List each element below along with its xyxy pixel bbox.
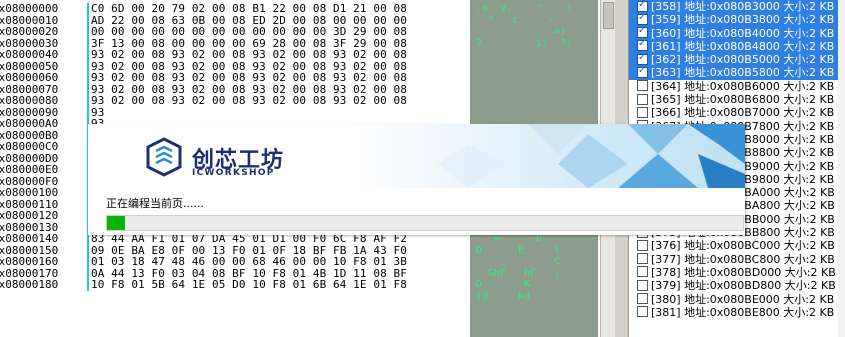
sector-checkbox[interactable] — [637, 239, 648, 251]
ascii-row — [470, 107, 598, 119]
hex-row[interactable]: 93 02 00 08 93 02 00 08 93 02 00 08 93 0… — [89, 72, 470, 84]
brand-subtitle: ICWORKSHOP — [192, 168, 275, 178]
sector-checkbox[interactable] — [637, 64, 648, 78]
sector-checkbox[interactable] — [637, 279, 648, 291]
sector-label: [366] 地址:0x080B7000 大小:2 KB — [651, 106, 835, 120]
sector-list-item[interactable]: [362] 地址:0x080B5000 大小:2 KB — [629, 51, 839, 67]
hex-address: 0x08000180 — [0, 278, 59, 291]
sector-list-item[interactable]: [381] 地址:0x080BE800 大小:2 KB — [629, 306, 839, 319]
sector-label: [358] 地址:0x080B3000 大小:2 KB — [651, 0, 835, 13]
sector-list-item[interactable]: [363] 地址:0x080B5800 大小:2 KB — [629, 64, 839, 80]
hex-address: 0x08000140 — [0, 232, 59, 245]
ascii-row — [470, 72, 598, 84]
sector-checkbox[interactable] — [637, 93, 648, 105]
sector-list-item[interactable]: [361] 地址:0x080B4800 大小:2 KB — [629, 37, 839, 54]
hex-row[interactable]: 93 — [89, 106, 470, 119]
ascii-row: ? i( ?) — [476, 37, 573, 49]
sector-checkbox[interactable] — [637, 106, 648, 118]
hex-address: 0x08000020 — [0, 25, 59, 38]
status-text: 正在编程当前页...... — [106, 197, 204, 210]
list-scrollbar[interactable] — [838, 0, 845, 337]
scrollbar-thumb[interactable] — [603, 2, 614, 29]
ascii-row: [d kd — [476, 290, 531, 302]
hex-row[interactable]: 00 00 00 00 00 00 00 00 00 00 00 00 3D 2… — [89, 26, 470, 38]
ascii-row: " c - — [476, 14, 555, 26]
sector-list-item[interactable]: [378] 地址:0x080BD000 大小:2 KB — [629, 266, 839, 279]
hex-address: 0x08000100 — [0, 186, 59, 199]
sector-checkbox[interactable] — [637, 306, 648, 318]
sector-label: [377] 地址:0x080BC800 大小:2 KB — [651, 252, 835, 266]
hex-row[interactable]: 10 F8 01 5B 64 1E 05 D0 10 F8 01 6B 64 1… — [89, 279, 470, 291]
sector-checkbox[interactable] — [637, 266, 648, 278]
sector-label: [361] 地址:0x080B4800 大小:2 KB — [651, 39, 835, 53]
sector-list-item[interactable]: [380] 地址:0x080BE000 大小:2 KB — [629, 293, 839, 306]
sector-label: [380] 地址:0x080BE000 大小:2 KB — [651, 292, 835, 306]
hex-address: 0x080000C0 — [0, 140, 59, 153]
hex-row[interactable]: 01 03 18 47 48 46 00 00 68 46 00 00 10 F… — [89, 256, 470, 268]
ascii-row — [470, 61, 598, 73]
sector-list-item[interactable]: [358] 地址:0x080B3000 大小:2 KB — [629, 0, 839, 14]
sector-label: [379] 地址:0x080BD800 大小:2 KB — [651, 279, 836, 293]
ascii-row — [470, 84, 598, 96]
sector-list-item[interactable]: [366] 地址:0x080B7000 大小:2 KB — [629, 106, 839, 119]
sector-label: [364] 地址:0x080B6000 大小:2 KB — [651, 79, 835, 93]
ascii-row: D K — [476, 279, 531, 290]
sector-list-item[interactable]: [359] 地址:0x080B3800 大小:2 KB — [629, 11, 839, 27]
sector-checkbox[interactable] — [637, 293, 648, 305]
sector-list-item[interactable]: [360] 地址:0x080B4000 大小:2 KB — [629, 24, 839, 40]
hex-address: 0x08000040 — [0, 48, 59, 61]
sector-label: [359] 地址:0x080B3800 大小:2 KB — [651, 13, 835, 27]
address-column: 0x080000000x080000100x080000200x08000030… — [0, 3, 87, 291]
hex-address: 0x08000060 — [0, 71, 59, 84]
sector-checkbox[interactable] — [637, 80, 648, 92]
hex-row[interactable]: 93 02 00 08 93 02 00 08 93 02 00 08 93 0… — [89, 49, 470, 61]
banner-decoration — [438, 124, 745, 188]
sector-label: [360] 地址:0x080B4000 大小:2 KB — [651, 26, 835, 40]
hex-row[interactable]: 93 02 00 08 93 02 00 08 93 02 00 08 93 0… — [89, 95, 470, 107]
ascii-row: GHF hF ; — [476, 267, 561, 279]
progress-bar — [106, 215, 744, 231]
sector-list-item[interactable]: [377] 地址:0x080BC800 大小:2 KB — [629, 253, 839, 266]
sector-label: [376] 地址:0x080BC000 大小:2 KB — [651, 239, 835, 253]
hex-address: 0x08000160 — [0, 255, 59, 268]
ascii-row — [470, 49, 598, 61]
sector-label: [378] 地址:0x080BD000 大小:2 KB — [651, 265, 836, 279]
progress-fill — [107, 216, 125, 230]
logo-icon — [146, 137, 182, 177]
sector-checkbox[interactable] — [637, 253, 648, 265]
ascii-row: .m. y. " ! — [476, 3, 573, 14]
ascii-row: C — [476, 256, 561, 267]
hex-address: 0x080000E0 — [0, 163, 59, 176]
hex-address: 0x08000000 — [0, 2, 59, 15]
ascii-row: =) — [476, 26, 567, 37]
sector-list-item[interactable]: [364] 地址:0x080B6000 大小:2 KB — [629, 80, 839, 93]
sector-label: [363] 地址:0x080B5800 大小:2 KB — [651, 66, 835, 80]
sector-list-item[interactable]: [365] 地址:0x080B6800 大小:2 KB — [629, 93, 839, 106]
brand-banner: 创芯工坊 ICWORKSHOP — [88, 124, 745, 188]
ascii-row — [470, 95, 598, 107]
hex-address: 0x08000120 — [0, 209, 59, 222]
hex-row[interactable]: C0 6D 00 20 79 02 00 08 B1 22 00 08 D1 2… — [89, 3, 470, 15]
sector-label: [365] 地址:0x080B6800 大小:2 KB — [651, 93, 835, 107]
sector-list-item[interactable]: [379] 地址:0x080BD800 大小:2 KB — [629, 279, 839, 292]
sector-label: [362] 地址:0x080B5000 大小:2 KB — [651, 53, 835, 67]
sector-list-item[interactable]: [376] 地址:0x080BC000 大小:2 KB — [629, 239, 839, 252]
hex-address: 0x08000080 — [0, 94, 59, 107]
hex-address: 0x080000A0 — [0, 117, 59, 130]
ascii-row: D E l — [476, 244, 561, 256]
sector-label: [381] 地址:0x080BE800 大小:2 KB — [651, 305, 835, 319]
progress-splash: 创芯工坊 ICWORKSHOP 正在编程当前页...... — [88, 124, 745, 235]
